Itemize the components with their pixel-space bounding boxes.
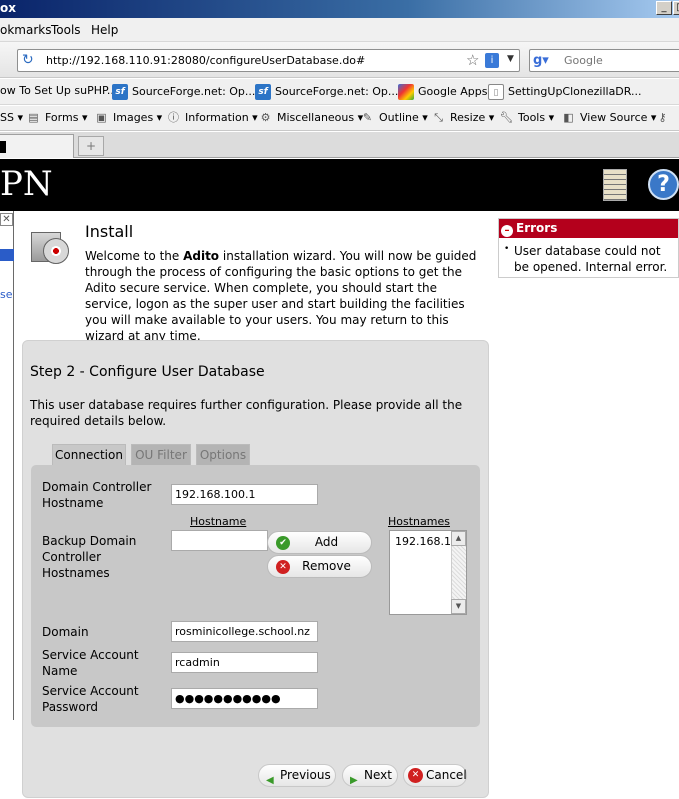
errors-panel: – Errors • User database could not be ope… [498,218,679,278]
error-stop-icon: – [501,225,513,237]
url-input[interactable] [46,52,456,69]
bookmark-item[interactable]: sf SourceForge.net: Op... [112,84,255,100]
scroll-up-icon[interactable]: ▲ [451,531,466,546]
arrow-left-icon: ◀ [266,775,274,786]
window-title-bar: ox _ □ [0,0,679,18]
dev-images-menu[interactable]: ▣ Images ▾ [94,111,162,125]
dev-resize-menu[interactable]: ⤡ Resize ▾ [431,111,494,125]
add-hostname-button[interactable]: ✔ Add [267,531,372,554]
scroll-down-icon[interactable]: ▼ [451,599,466,614]
navigation-toolbar: ↻ ☆ i ▼ g▾ [0,42,679,78]
sourceforge-icon: sf [255,84,271,100]
page-icon: ▯ [488,84,504,100]
error-message: User database could not be opened. Inter… [514,244,668,274]
url-dropdown-icon[interactable]: ▼ [507,54,514,64]
search-input[interactable] [564,52,674,69]
tab-options[interactable]: Options [196,444,250,465]
menu-help[interactable]: Help [91,23,118,37]
dev-miscellaneous-menu[interactable]: ⚙ Miscellaneous ▾ [258,111,364,125]
forms-icon: ▤ [28,111,39,124]
dev-outline-menu[interactable]: ✎ Outline ▾ [360,111,428,125]
google-search-icon[interactable]: g▾ [533,52,550,69]
sidebar-item[interactable]: se [0,288,13,301]
service-account-name-input[interactable] [171,652,318,673]
information-icon: ⓘ [168,111,179,124]
dev-information-menu[interactable]: ⓘ Information ▾ [166,111,258,125]
errors-header: – Errors [499,219,678,238]
view-source-icon: ◧ [563,111,574,124]
step-title: Step 2 - Configure User Database [30,364,265,380]
bookmark-item[interactable]: ow To Set Up suPHP... [0,84,117,97]
dev-options-menu[interactable]: ⚷ [655,111,674,125]
brand-name: Adito [183,249,220,263]
backup-hostname-input[interactable] [171,530,268,551]
tab-strip: + [0,132,679,158]
previous-button[interactable]: ◀ Previous [258,764,336,787]
list-item[interactable]: 192.168.100.2 [395,535,453,548]
dev-css-menu[interactable]: SS ▾ [0,111,23,124]
next-button[interactable]: ▶ Next [342,764,398,787]
dc-hostname-input[interactable] [171,484,318,505]
menu-tools[interactable]: Tools [51,23,81,37]
help-icon[interactable]: ? [648,169,679,200]
sidebar: ✕ se [0,211,14,720]
install-cd-icon [31,226,71,264]
maximize-button[interactable]: □ [673,1,679,15]
bookmarks-toolbar: ow To Set Up suPHP... sf SourceForge.net:… [0,79,679,105]
sourceforge-icon: sf [112,84,128,100]
dev-tools-menu[interactable]: 🔧︎ Tools ▾ [499,111,555,125]
service-account-name-label: Service Account Name [42,648,139,678]
outline-icon: ✎ [362,111,373,124]
service-account-password-label: Service Account Password [42,684,139,714]
info-icon[interactable]: i [485,53,499,68]
domain-input[interactable] [171,621,318,642]
dc-hostname-label: Domain Controller Hostname [42,480,152,510]
reload-icon[interactable]: ↻ [22,52,40,69]
step-description: This user database requires further conf… [30,398,463,428]
dev-forms-menu[interactable]: ▤ Forms ▾ [26,111,87,125]
menu-bookmarks[interactable]: okmarks [0,23,51,37]
menu-bar: okmarks Tools Help [0,18,679,42]
close-icon[interactable]: ✕ [0,213,13,226]
intro-text: Welcome to the Adito installation wizard… [85,249,477,343]
remove-hostname-button[interactable]: ✕ Remove [267,555,372,578]
cancel-button[interactable]: ✕ Cancel [403,764,467,787]
hostnames-list[interactable]: 192.168.100.2 ▲ ▼ [389,530,467,615]
book-icon[interactable] [603,169,627,201]
page-title: Install [85,222,134,241]
hostnames-column-header: Hostnames [388,515,450,528]
new-tab-button[interactable]: + [78,136,104,156]
dev-view-source-menu[interactable]: ◧ View Source ▾ [561,111,656,125]
miscellaneous-icon: ⚙ [260,111,271,124]
bookmark-star-icon[interactable]: ☆ [466,51,479,69]
sidebar-marker [0,249,14,261]
browser-tab[interactable] [0,134,74,158]
google-icon [398,84,414,100]
app-logo: PN [0,164,53,204]
address-bar[interactable]: ↻ ☆ i ▼ [17,49,520,72]
wrench-icon: 🔧︎ [499,111,514,124]
images-icon: ▣ [96,111,107,124]
service-account-password-input[interactable] [171,688,318,709]
bookmark-item[interactable]: ▯ SettingUpClonezillaDR... [488,84,642,100]
tab-ou-filter[interactable]: OU Filter [131,444,191,465]
bookmark-item[interactable]: sf SourceForge.net: Op... [255,84,398,100]
backup-dc-label: Backup Domain Controller Hostnames [42,534,137,580]
tab-favicon [0,141,6,153]
window-title: ox [0,1,16,15]
arrow-right-icon: ▶ [350,775,358,786]
page-header: PN ? [0,159,679,211]
domain-label: Domain [42,625,89,639]
minimize-button[interactable]: _ [656,1,672,15]
hostname-column-header: Hostname [190,515,247,528]
tab-connection[interactable]: Connection [52,444,126,465]
search-box[interactable]: g▾ [529,49,679,72]
resize-icon: ⤡ [434,111,443,124]
bookmark-item[interactable]: Google Apps [398,84,488,100]
key-icon: ⚷ [658,111,667,124]
cancel-icon: ✕ [408,768,423,783]
web-developer-toolbar: SS ▾ ▤ Forms ▾ ▣ Images ▾ ⓘ Information ▾ ⚙… [0,106,679,131]
